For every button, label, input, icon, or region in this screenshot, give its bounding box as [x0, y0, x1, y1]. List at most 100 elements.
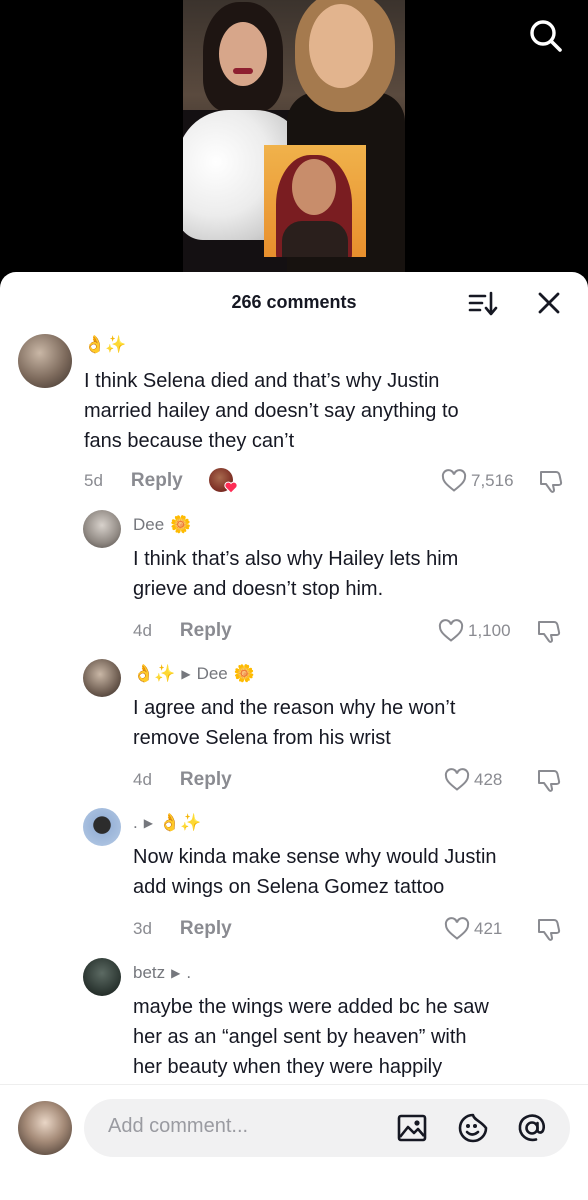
add-image-button[interactable]	[396, 1112, 428, 1144]
dislike-button[interactable]	[536, 767, 562, 793]
reply-item: . ▶ 👌✨ Now kinda make sense why would Ju…	[0, 808, 588, 948]
reply-button[interactable]: Reply	[180, 769, 232, 791]
reply-button[interactable]: Reply	[180, 620, 232, 642]
comment-input-placeholder: Add comment...	[108, 1115, 249, 1137]
close-button[interactable]	[536, 290, 562, 316]
video-person-left-lips	[233, 68, 253, 74]
video-player[interactable]	[0, 0, 588, 290]
thumbs-down-icon	[540, 471, 563, 493]
like-button[interactable]: 1,100	[438, 616, 511, 646]
comment-count: 266 comments	[231, 292, 357, 312]
comment-text: I think that’s also why Hailey lets him …	[133, 544, 458, 604]
close-icon	[538, 292, 560, 314]
avatar[interactable]	[83, 659, 121, 697]
comment-username[interactable]: 👌✨	[84, 332, 126, 358]
my-avatar	[18, 1101, 72, 1155]
comment-text-line: married hailey and doesn’t say anything …	[84, 400, 459, 422]
comment-username[interactable]: . ▶ 👌✨	[133, 810, 201, 836]
dislike-button[interactable]	[538, 468, 564, 494]
dislike-button[interactable]	[536, 618, 562, 644]
mention-icon	[518, 1114, 545, 1142]
heart-icon	[441, 469, 467, 492]
avatar[interactable]	[83, 510, 121, 548]
reply-arrow-icon: ▶	[143, 816, 153, 830]
reply-to-emoji: 🌼	[233, 664, 255, 683]
search-icon	[530, 20, 562, 52]
comment-text: Now kinda make sense why would Justin ad…	[133, 842, 497, 902]
username-emoji: 🌼	[170, 515, 192, 534]
inset-body	[282, 221, 348, 257]
username-text: .	[133, 813, 138, 832]
comment-item: 👌✨ I think Selena died and that’s why Ju…	[0, 330, 588, 500]
comment-text-line: I think that’s also why Hailey lets him	[133, 548, 459, 570]
comment-text-line: Now kinda make sense why would Justin	[133, 846, 497, 868]
reply-arrow-icon: ▶	[171, 966, 181, 980]
like-count: 428	[474, 770, 503, 789]
comment-text-line: add wings on Selena Gomez tattoo	[133, 876, 445, 898]
emoji-button[interactable]	[457, 1112, 489, 1144]
video-frame	[183, 0, 405, 272]
sort-button[interactable]	[468, 290, 498, 318]
avatar[interactable]	[18, 334, 72, 388]
comment-text-line: her beauty when they were happily	[133, 1056, 443, 1078]
username-emoji: 👌✨	[133, 664, 176, 683]
thumbs-down-icon	[538, 770, 561, 792]
comment-username[interactable]: betz ▶ .	[133, 960, 191, 986]
comment-meta: 5d Reply	[84, 466, 238, 496]
heart-icon	[444, 768, 470, 791]
comment-username[interactable]: 👌✨ ▶ Dee 🌼	[133, 661, 255, 687]
like-count: 1,100	[468, 621, 511, 640]
comment-text: I think Selena died and that’s why Justi…	[84, 366, 459, 456]
comment-username[interactable]: Dee 🌼	[133, 512, 191, 538]
sort-icon	[468, 291, 498, 316]
reply-item: 👌✨ ▶ Dee 🌼 I agree and the reason why he…	[0, 659, 588, 799]
like-count: 7,516	[471, 471, 514, 490]
thumbs-down-icon	[538, 919, 561, 941]
search-button[interactable]	[526, 16, 566, 56]
username-text: betz	[133, 963, 166, 982]
thumbs-down-icon	[538, 621, 561, 643]
heart-icon	[438, 619, 464, 642]
reply-button[interactable]: Reply	[131, 470, 183, 492]
like-button[interactable]: 421	[444, 914, 502, 944]
comment-meta: 4d Reply	[133, 616, 232, 646]
reply-arrow-icon: ▶	[181, 667, 191, 681]
like-button[interactable]: 7,516	[441, 466, 514, 496]
mention-button[interactable]	[516, 1112, 548, 1144]
heart-icon	[444, 917, 470, 940]
reply-to-emoji: 👌✨	[158, 813, 202, 832]
video-person-left-face	[219, 22, 267, 86]
reply-button[interactable]: Reply	[180, 918, 232, 940]
comment-composer: Add comment...	[0, 1084, 588, 1200]
reply-item: betz ▶ . maybe the wings were added bc h…	[0, 958, 588, 1084]
inset-face	[292, 159, 336, 215]
comment-text: I agree and the reason why he won’t remo…	[133, 693, 455, 753]
reply-to-name: Dee	[196, 664, 228, 683]
comment-date: 4d	[133, 621, 152, 640]
comment-meta: 4d Reply	[133, 765, 232, 795]
dislike-button[interactable]	[536, 916, 562, 942]
reply-to-name: .	[186, 963, 192, 982]
comment-text-line: maybe the wings were added bc he saw	[133, 996, 489, 1018]
comment-text-line: I agree and the reason why he won’t	[133, 697, 456, 719]
image-icon	[397, 1114, 427, 1142]
heart-badge-icon	[224, 481, 238, 494]
comment-date: 3d	[133, 919, 152, 938]
comment-text-line: grieve and doesn’t stop him.	[133, 578, 384, 600]
comments-header: 266 comments	[0, 272, 588, 334]
comment-date: 5d	[84, 471, 103, 490]
comment-text-line: remove Selena from his wrist	[133, 727, 391, 749]
comment-text: maybe the wings were added bc he saw her…	[133, 992, 489, 1082]
avatar[interactable]	[83, 958, 121, 996]
comment-meta: 3d Reply	[133, 914, 232, 944]
comment-date: 4d	[133, 770, 152, 789]
comment-text-line: I think Selena died and that’s why Justi…	[84, 370, 440, 392]
username-emoji: 👌✨	[84, 335, 127, 354]
video-creator-inset	[264, 145, 366, 257]
comments-sheet: 266 comments 👌✨ I think Selena died and …	[0, 272, 588, 1200]
video-person-right-face	[309, 4, 373, 88]
like-button[interactable]: 428	[444, 765, 502, 795]
avatar[interactable]	[83, 808, 121, 846]
reply-item: Dee 🌼 I think that’s also why Hailey let…	[0, 510, 588, 650]
creator-liked-badge	[208, 468, 238, 494]
